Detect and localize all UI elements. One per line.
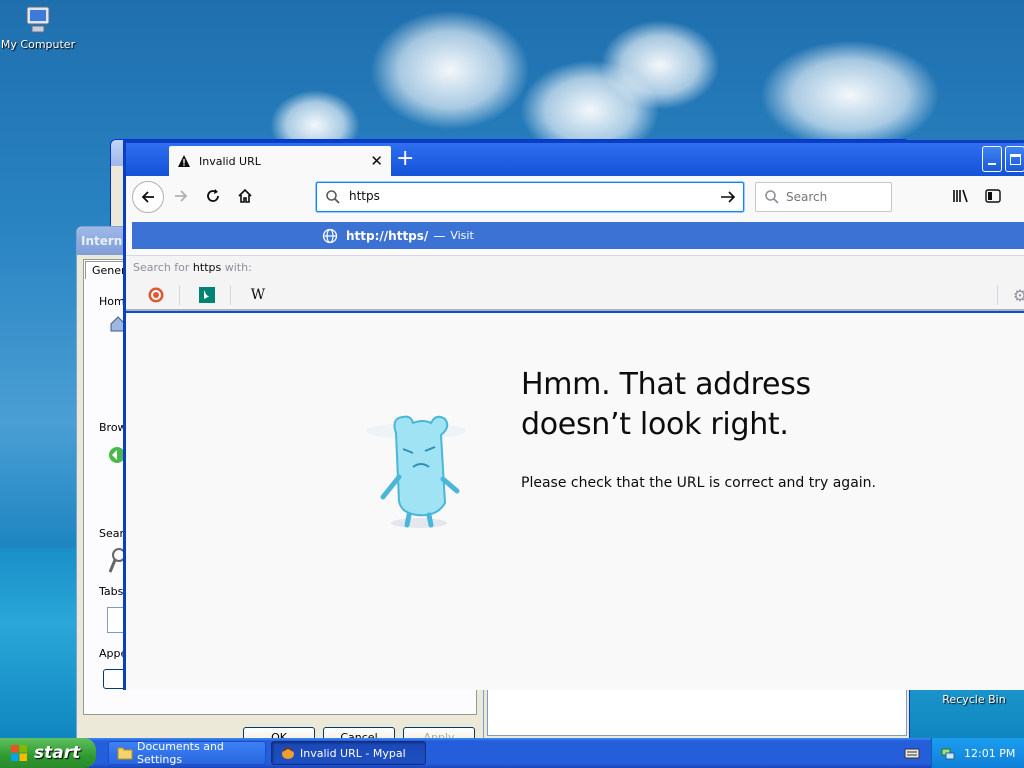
library-button[interactable]: [950, 185, 972, 207]
clock[interactable]: 12:01 PM: [964, 747, 1015, 760]
sidebar-icon: [985, 189, 1001, 203]
system-tray: 12:01 PM: [931, 738, 1024, 768]
error-description: Please check that the URL is correct and…: [521, 475, 876, 491]
reload-button[interactable]: [202, 185, 224, 207]
error-title: Hmm. That address doesn’t look right.: [521, 367, 811, 442]
taskbar: start Documents and Settings Invalid URL…: [0, 738, 1024, 768]
tab-strip: Invalid URL ✕ +: [126, 143, 1024, 176]
new-tab-button[interactable]: +: [396, 147, 414, 171]
start-button[interactable]: start: [0, 738, 96, 768]
start-label: start: [34, 743, 81, 763]
navigation-toolbar: [126, 176, 1024, 216]
error-illustration: [341, 393, 491, 533]
library-icon: [953, 189, 968, 203]
my-computer-icon: [22, 4, 54, 36]
wikipedia-icon: W: [250, 287, 266, 303]
maximize-button[interactable]: [1005, 146, 1024, 172]
warning-icon: [177, 154, 191, 168]
engine-bing[interactable]: [197, 285, 217, 305]
suggestion-action: Visit: [450, 229, 474, 242]
autocomplete-suggestion[interactable]: http://https/ — Visit: [132, 222, 1024, 249]
search-icon: [765, 190, 779, 204]
folder-icon: [117, 746, 133, 760]
cloud: [760, 40, 940, 150]
back-arrow-icon: [141, 191, 154, 203]
sidebar-button[interactable]: [982, 185, 1004, 207]
gear-icon: ⚙: [1012, 285, 1024, 305]
engine-divider: [997, 285, 998, 305]
tab-title: Invalid URL: [199, 154, 261, 168]
forward-button[interactable]: [170, 185, 192, 207]
back-button[interactable]: [132, 181, 164, 213]
taskbar-item-mypal[interactable]: Invalid URL - Mypal: [271, 741, 426, 765]
section-search-label: Sear: [99, 527, 125, 540]
engine-duckduckgo[interactable]: [146, 285, 166, 305]
search-bar[interactable]: [755, 182, 892, 212]
taskbar-item-label: Documents and Settings: [137, 740, 224, 766]
one-off-search-engines: W ⚙: [126, 279, 1024, 311]
search-input[interactable]: [786, 190, 886, 204]
bing-icon: [199, 287, 215, 303]
desktop-icon-my-computer[interactable]: My Computer: [0, 4, 76, 51]
home-icon: [238, 188, 252, 203]
tab-invalid-url[interactable]: Invalid URL ✕: [169, 146, 391, 176]
search-for-prefix: Search for: [133, 261, 190, 274]
cloud: [600, 20, 720, 110]
duckduckgo-icon: [148, 287, 164, 303]
cloud: [370, 10, 530, 130]
close-tab-icon[interactable]: ✕: [370, 152, 383, 170]
go-arrow-icon[interactable]: [719, 189, 737, 205]
url-bar[interactable]: [316, 182, 744, 212]
maximize-icon: [1009, 154, 1021, 165]
minimize-button[interactable]: [982, 146, 1002, 172]
desktop-icon-label: Recycle Bin: [942, 693, 1006, 706]
desktop-icon-label: My Computer: [0, 38, 76, 51]
explorer-content-area: [487, 688, 907, 736]
forward-arrow-icon: [175, 190, 188, 202]
search-icon: [326, 190, 340, 204]
mypal-icon: [280, 746, 296, 760]
minimize-icon: [988, 163, 996, 165]
taskbar-item-label: Invalid URL - Mypal: [300, 746, 406, 760]
home-button[interactable]: [234, 185, 256, 207]
desktop-icon-recycle-bin[interactable]: Recycle Bin: [936, 693, 1012, 706]
suggestion-separator: —: [433, 228, 446, 243]
engine-divider: [179, 285, 180, 305]
search-for-term: https: [192, 261, 222, 274]
search-for-label: Search for https with:: [126, 255, 1024, 279]
reload-icon: [207, 189, 219, 202]
suggestion-url: http://https/: [346, 228, 429, 243]
search-settings-button[interactable]: ⚙: [1010, 285, 1024, 305]
globe-icon: [322, 228, 338, 243]
url-input[interactable]: [349, 189, 709, 203]
engine-wikipedia[interactable]: W: [248, 285, 268, 305]
keyboard-icon[interactable]: [904, 746, 920, 760]
error-page: Hmm. That address doesn’t look right. Pl…: [126, 313, 1024, 690]
taskbar-item-documents-and-settings[interactable]: Documents and Settings: [108, 740, 266, 766]
windows-logo-icon: [10, 744, 28, 762]
browser-window[interactable]: Invalid URL ✕ + https Search http://http…: [123, 140, 1024, 690]
section-tabs-label: Tabs: [99, 585, 124, 598]
network-icon[interactable]: [940, 745, 956, 761]
engine-divider: [230, 285, 231, 305]
search-for-suffix: with:: [224, 261, 252, 274]
